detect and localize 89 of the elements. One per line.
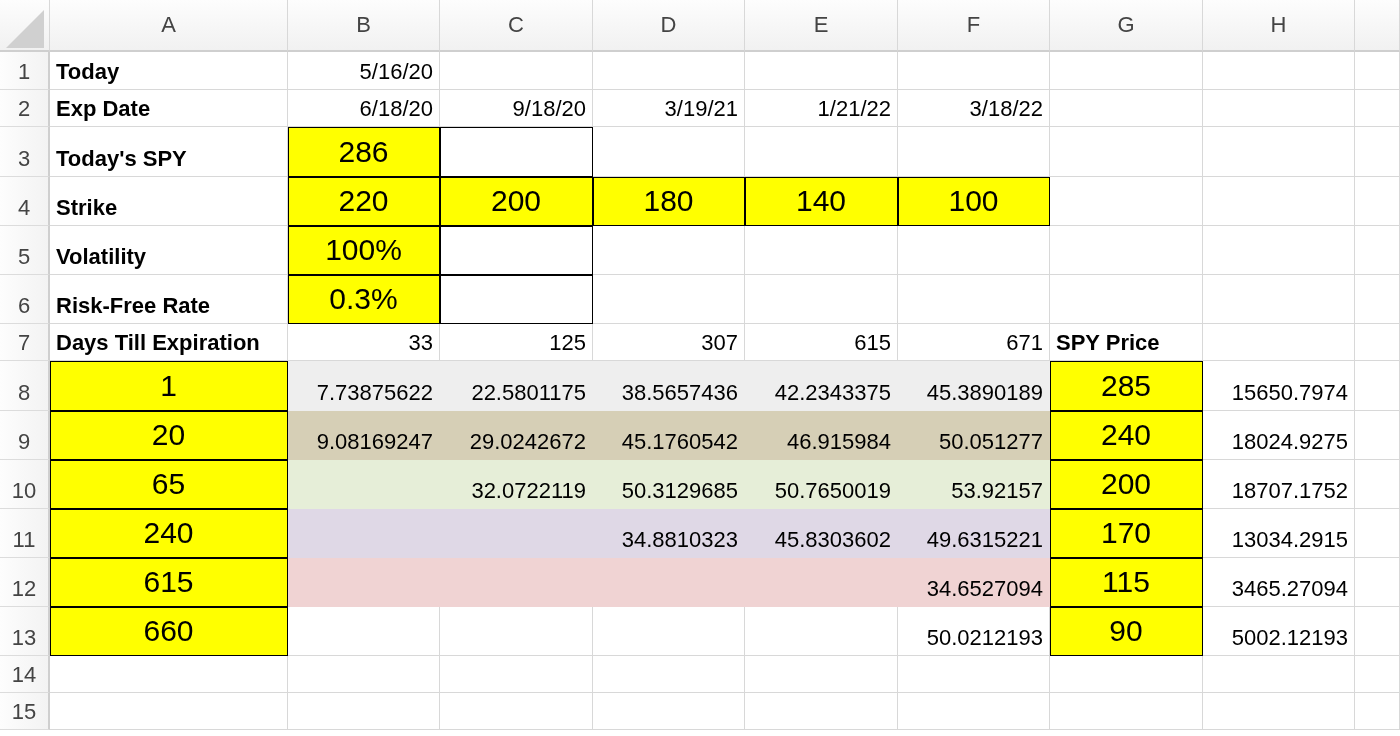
row-header[interactable]: 1 xyxy=(0,52,50,90)
table-cell: 50.051277 xyxy=(898,411,1050,460)
table-cell: 3465.27094 xyxy=(1203,558,1355,607)
table-cell: SPY Price xyxy=(1050,324,1203,361)
table-cell: Today's SPY xyxy=(50,127,288,177)
table-cell: 29.0242672 xyxy=(440,411,593,460)
input-cell: 615 xyxy=(50,558,288,607)
row-header[interactable]: 7 xyxy=(0,324,50,361)
table-cell: 3/18/22 xyxy=(898,90,1050,127)
table-cell: 307 xyxy=(593,324,745,361)
column-header[interactable]: A xyxy=(50,0,288,52)
column-header[interactable]: G xyxy=(1050,0,1203,52)
table-cell: 33 xyxy=(288,324,440,361)
row-header[interactable]: 2 xyxy=(0,90,50,127)
table-cell: 53.92157 xyxy=(898,460,1050,509)
column-header[interactable]: H xyxy=(1203,0,1355,52)
table-cell: 1/21/22 xyxy=(745,90,898,127)
input-cell: 1 xyxy=(50,361,288,411)
input-cell: 660 xyxy=(50,607,288,656)
table-cell: 9.08169247 xyxy=(288,411,440,460)
table-cell: 45.3890189 xyxy=(898,361,1050,411)
table-cell: 15650.7974 xyxy=(1203,361,1355,411)
input-cell: 240 xyxy=(50,509,288,558)
table-cell: 50.0212193 xyxy=(898,607,1050,656)
column-header[interactable]: F xyxy=(898,0,1050,52)
table-cell: 13034.2915 xyxy=(1203,509,1355,558)
column-header[interactable]: E xyxy=(745,0,898,52)
input-cell: 90 xyxy=(1050,607,1203,656)
table-cell: 18707.1752 xyxy=(1203,460,1355,509)
row-header[interactable]: 15 xyxy=(0,693,50,730)
row-header[interactable]: 5 xyxy=(0,226,50,275)
table-cell: Strike xyxy=(50,177,288,226)
table-cell: 5/16/20 xyxy=(288,52,440,90)
table-cell: 671 xyxy=(898,324,1050,361)
row-header[interactable]: 8 xyxy=(0,361,50,411)
table-cell: 49.6315221 xyxy=(898,509,1050,558)
input-cell: 286 xyxy=(288,127,440,177)
row-header[interactable]: 10 xyxy=(0,460,50,509)
input-cell: 100% xyxy=(288,226,440,275)
input-cell: 180 xyxy=(593,177,745,226)
table-cell: 42.2343375 xyxy=(745,361,898,411)
input-cell: 65 xyxy=(50,460,288,509)
row-header[interactable]: 12 xyxy=(0,558,50,607)
table-cell: 46.915984 xyxy=(745,411,898,460)
table-cell: 6/18/20 xyxy=(288,90,440,127)
row-header[interactable]: 3 xyxy=(0,127,50,177)
input-cell: 170 xyxy=(1050,509,1203,558)
row-header[interactable]: 13 xyxy=(0,607,50,656)
table-cell: 9/18/20 xyxy=(440,90,593,127)
input-cell: 285 xyxy=(1050,361,1203,411)
table-cell: 3/19/21 xyxy=(593,90,745,127)
table-cell: 125 xyxy=(440,324,593,361)
input-cell: 220 xyxy=(288,177,440,226)
input-cell: 200 xyxy=(1050,460,1203,509)
input-cell: 100 xyxy=(898,177,1050,226)
table-cell: Today xyxy=(50,52,288,90)
table-cell: Exp Date xyxy=(50,90,288,127)
table-cell: 18024.9275 xyxy=(1203,411,1355,460)
table-cell: 5002.12193 xyxy=(1203,607,1355,656)
table-cell: Risk-Free Rate xyxy=(50,275,288,324)
row-header[interactable]: 11 xyxy=(0,509,50,558)
input-cell: 115 xyxy=(1050,558,1203,607)
input-cell: 240 xyxy=(1050,411,1203,460)
column-header[interactable]: D xyxy=(593,0,745,52)
table-cell: 615 xyxy=(745,324,898,361)
table-cell: Volatility xyxy=(50,226,288,275)
table-cell: 34.8810323 xyxy=(593,509,745,558)
table-cell: 7.73875622 xyxy=(288,361,440,411)
table-cell: 45.1760542 xyxy=(593,411,745,460)
row-header[interactable]: 4 xyxy=(0,177,50,226)
table-cell: 45.8303602 xyxy=(745,509,898,558)
table-cell: 38.5657436 xyxy=(593,361,745,411)
table-cell: 50.7650019 xyxy=(745,460,898,509)
table-cell: 22.5801175 xyxy=(440,361,593,411)
column-header[interactable]: B xyxy=(288,0,440,52)
input-cell: 200 xyxy=(440,177,593,226)
table-cell: 32.0722119 xyxy=(440,460,593,509)
row-header[interactable]: 14 xyxy=(0,656,50,693)
input-cell: 140 xyxy=(745,177,898,226)
row-header[interactable]: 9 xyxy=(0,411,50,460)
table-cell: 50.3129685 xyxy=(593,460,745,509)
input-cell: 20 xyxy=(50,411,288,460)
table-cell: 34.6527094 xyxy=(898,558,1050,607)
input-cell: 0.3% xyxy=(288,275,440,324)
row-header[interactable]: 6 xyxy=(0,275,50,324)
column-header[interactable]: C xyxy=(440,0,593,52)
column-header[interactable] xyxy=(1355,0,1400,52)
select-all-corner[interactable] xyxy=(0,0,50,52)
table-cell: Days Till Expiration xyxy=(50,324,288,361)
